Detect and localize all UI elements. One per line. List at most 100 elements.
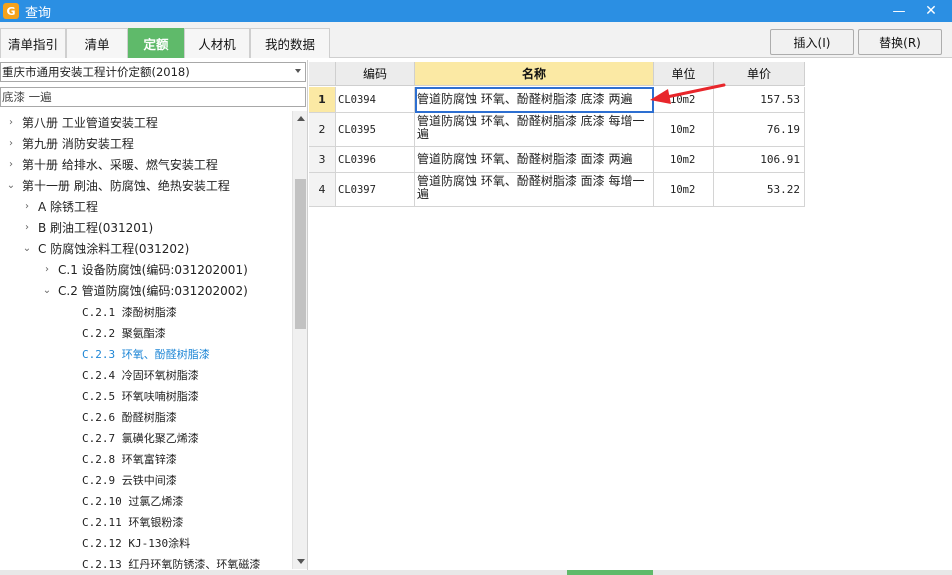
price-cell[interactable]: 106.91	[714, 147, 805, 173]
chevron-down-icon[interactable]: ⌄	[40, 285, 54, 296]
tree-node[interactable]: › B 刷油工程(031201)	[20, 217, 153, 238]
tree-node-label: C.2.5 环氧呋喃树脂漆	[82, 389, 199, 403]
tree-node[interactable]: C.2.5 环氧呋喃树脂漆	[64, 385, 199, 406]
tree-node[interactable]: C.2.8 环氧富锌漆	[64, 448, 177, 469]
code-cell[interactable]: CL0395	[336, 113, 415, 147]
quota-library-value: 重庆市通用安装工程计价定额(2018)	[2, 65, 190, 79]
row-number[interactable]: 2	[309, 113, 336, 147]
chevron-right-icon[interactable]: ›	[20, 222, 34, 233]
title-bar: G 查询 — ✕	[0, 0, 952, 22]
tree-node[interactable]: C.2.13 红丹环氧防锈漆、环氧磁漆	[64, 553, 261, 570]
tree-scrollbar[interactable]	[292, 111, 307, 569]
tree-node-label: C.2.6 酚醛树脂漆	[82, 410, 177, 424]
tree-node-label: 第十册 给排水、采暖、燃气安装工程	[22, 158, 218, 172]
tree-node[interactable]: C.2.2 聚氨酯漆	[64, 322, 166, 343]
row-number-header	[309, 62, 336, 86]
tree-node[interactable]: › 第十册 给排水、采暖、燃气安装工程	[4, 154, 218, 175]
tree-node-label: C 防腐蚀涂料工程(031202)	[38, 242, 190, 256]
tree-node-label: C.2.2 聚氨酯漆	[82, 326, 166, 340]
search-input[interactable]	[0, 87, 306, 107]
chevron-right-icon[interactable]: ›	[4, 117, 18, 128]
tree-node-label: C.2.7 氯磺化聚乙烯漆	[82, 431, 199, 445]
tree-node-label: C.2.8 环氧富锌漆	[82, 452, 177, 466]
column-header-unit[interactable]: 单位	[654, 62, 714, 86]
tab-quota[interactable]: 定额	[128, 28, 184, 58]
name-cell[interactable]: 管道防腐蚀 环氧、酚醛树脂漆 底漆 每增一遍	[415, 113, 654, 147]
tree-node[interactable]: C.2.12 KJ-130涂料	[64, 532, 190, 553]
tree-node-label: C.2.10 过氯乙烯漆	[82, 494, 184, 508]
price-cell[interactable]: 157.53	[714, 87, 805, 113]
insert-button[interactable]: 插入(I)	[770, 29, 854, 55]
tree-node[interactable]: › 第九册 消防安装工程	[4, 133, 134, 154]
unit-cell[interactable]: 10m2	[654, 147, 714, 173]
window-title: 查询	[25, 5, 52, 21]
splitter-handle[interactable]	[567, 570, 653, 575]
quota-library-select[interactable]: 重庆市通用安装工程计价定额(2018)	[0, 62, 306, 82]
chevron-right-icon[interactable]: ›	[40, 264, 54, 275]
tree-node[interactable]: C.2.1 漆酚树脂漆	[64, 301, 177, 322]
row-number[interactable]: 4	[309, 173, 336, 207]
scroll-up-icon[interactable]	[293, 111, 308, 126]
tree-node[interactable]: › C.1 设备防腐蚀(编码:031202001)	[40, 259, 248, 280]
quota-tree: › 第八册 工业管道安装工程 › 第九册 消防安装工程 › 第十册 给排水、采暖、燃气安装…	[0, 111, 292, 569]
chevron-down-icon[interactable]: ⌄	[20, 243, 34, 254]
tree-node-label: C.1 设备防腐蚀(编码:031202001)	[58, 263, 248, 277]
tree-node-label: 第八册 工业管道安装工程	[22, 116, 158, 130]
column-header-code[interactable]: 编码	[336, 62, 415, 86]
chevron-right-icon[interactable]: ›	[4, 138, 18, 149]
tree-node[interactable]: ⌄ 第十一册 刷油、防腐蚀、绝热安装工程	[4, 175, 230, 196]
tree-node-label: C.2.12 KJ-130涂料	[82, 536, 191, 550]
code-cell[interactable]: CL0396	[336, 147, 415, 173]
code-cell[interactable]: CL0394	[336, 87, 415, 113]
unit-cell[interactable]: 10m2	[654, 173, 714, 207]
scrollbar-thumb[interactable]	[295, 179, 306, 329]
unit-cell[interactable]: 10m2	[654, 113, 714, 147]
tree-node-label: C.2.3 环氧、酚醛树脂漆	[82, 347, 210, 361]
name-cell[interactable]: 管道防腐蚀 环氧、酚醛树脂漆 面漆 两遍	[415, 147, 654, 173]
tree-node[interactable]: C.2.7 氯磺化聚乙烯漆	[64, 427, 199, 448]
tree-node-label: 第九册 消防安装工程	[22, 137, 134, 151]
tree-node-label: A 除锈工程	[38, 200, 99, 214]
price-cell[interactable]: 76.19	[714, 113, 805, 147]
tree-node-label: C.2.11 环氧银粉漆	[82, 515, 184, 529]
unit-cell[interactable]: 10m2	[654, 87, 714, 113]
tree-node[interactable]: ⌄ C.2 管道防腐蚀(编码:031202002)	[40, 280, 248, 301]
tree-node[interactable]: C.2.6 酚醛树脂漆	[64, 406, 177, 427]
tree-node[interactable]: ⌄ C 防腐蚀涂料工程(031202)	[20, 238, 190, 259]
tree-node-label: B 刷油工程(031201)	[38, 221, 154, 235]
tab-bill-guide[interactable]: 清单指引	[0, 28, 66, 58]
tree-node[interactable]: C.2.11 环氧银粉漆	[64, 511, 183, 532]
chevron-right-icon[interactable]: ›	[20, 201, 34, 212]
code-cell[interactable]: CL0397	[336, 173, 415, 207]
quota-tree-panel: 重庆市通用安装工程计价定额(2018) › 第八册 工业管道安装工程 › 第九册 消防…	[0, 60, 308, 570]
tree-node[interactable]: C.2.10 过氯乙烯漆	[64, 490, 183, 511]
chevron-down-icon[interactable]	[295, 69, 301, 73]
quota-result-grid: 编码 名称 单位 单价 1 CL0394 管道防腐蚀 环氧、酚醛树脂漆 底漆 两遍 1…	[309, 60, 952, 570]
chevron-down-icon[interactable]: ⌄	[4, 180, 18, 191]
bottom-splitter[interactable]	[0, 570, 952, 575]
row-number[interactable]: 3	[309, 147, 336, 173]
tree-node[interactable]: C.2.9 云铁中间漆	[64, 469, 177, 490]
tree-node-label: C.2.13 红丹环氧防锈漆、环氧磁漆	[82, 557, 261, 570]
chevron-right-icon[interactable]: ›	[4, 159, 18, 170]
close-icon[interactable]: ✕	[918, 0, 944, 22]
column-header-price[interactable]: 单价	[714, 62, 805, 86]
price-cell[interactable]: 53.22	[714, 173, 805, 207]
tree-node[interactable]: › 第八册 工业管道安装工程	[4, 112, 158, 133]
tree-node[interactable]: › A 除锈工程	[20, 196, 98, 217]
row-number[interactable]: 1	[309, 87, 336, 113]
tree-node-label: C.2 管道防腐蚀(编码:031202002)	[58, 284, 248, 298]
tree-node[interactable]: C.2.3 环氧、酚醛树脂漆	[64, 343, 210, 364]
tab-bill[interactable]: 清单	[66, 28, 128, 58]
name-cell[interactable]: 管道防腐蚀 环氧、酚醛树脂漆 面漆 每增一遍	[415, 173, 654, 207]
app-logo-icon: G	[3, 3, 19, 19]
minimize-icon[interactable]: —	[886, 0, 912, 22]
tree-node-label: C.2.9 云铁中间漆	[82, 473, 177, 487]
name-cell[interactable]: 管道防腐蚀 环氧、酚醛树脂漆 底漆 两遍	[415, 87, 654, 113]
replace-button[interactable]: 替换(R)	[858, 29, 942, 55]
tab-labor-material[interactable]: 人材机	[184, 28, 250, 58]
column-header-name[interactable]: 名称	[415, 62, 654, 86]
tree-node[interactable]: C.2.4 冷固环氧树脂漆	[64, 364, 199, 385]
tab-my-data[interactable]: 我的数据	[250, 28, 330, 58]
scroll-down-icon[interactable]	[293, 554, 308, 569]
